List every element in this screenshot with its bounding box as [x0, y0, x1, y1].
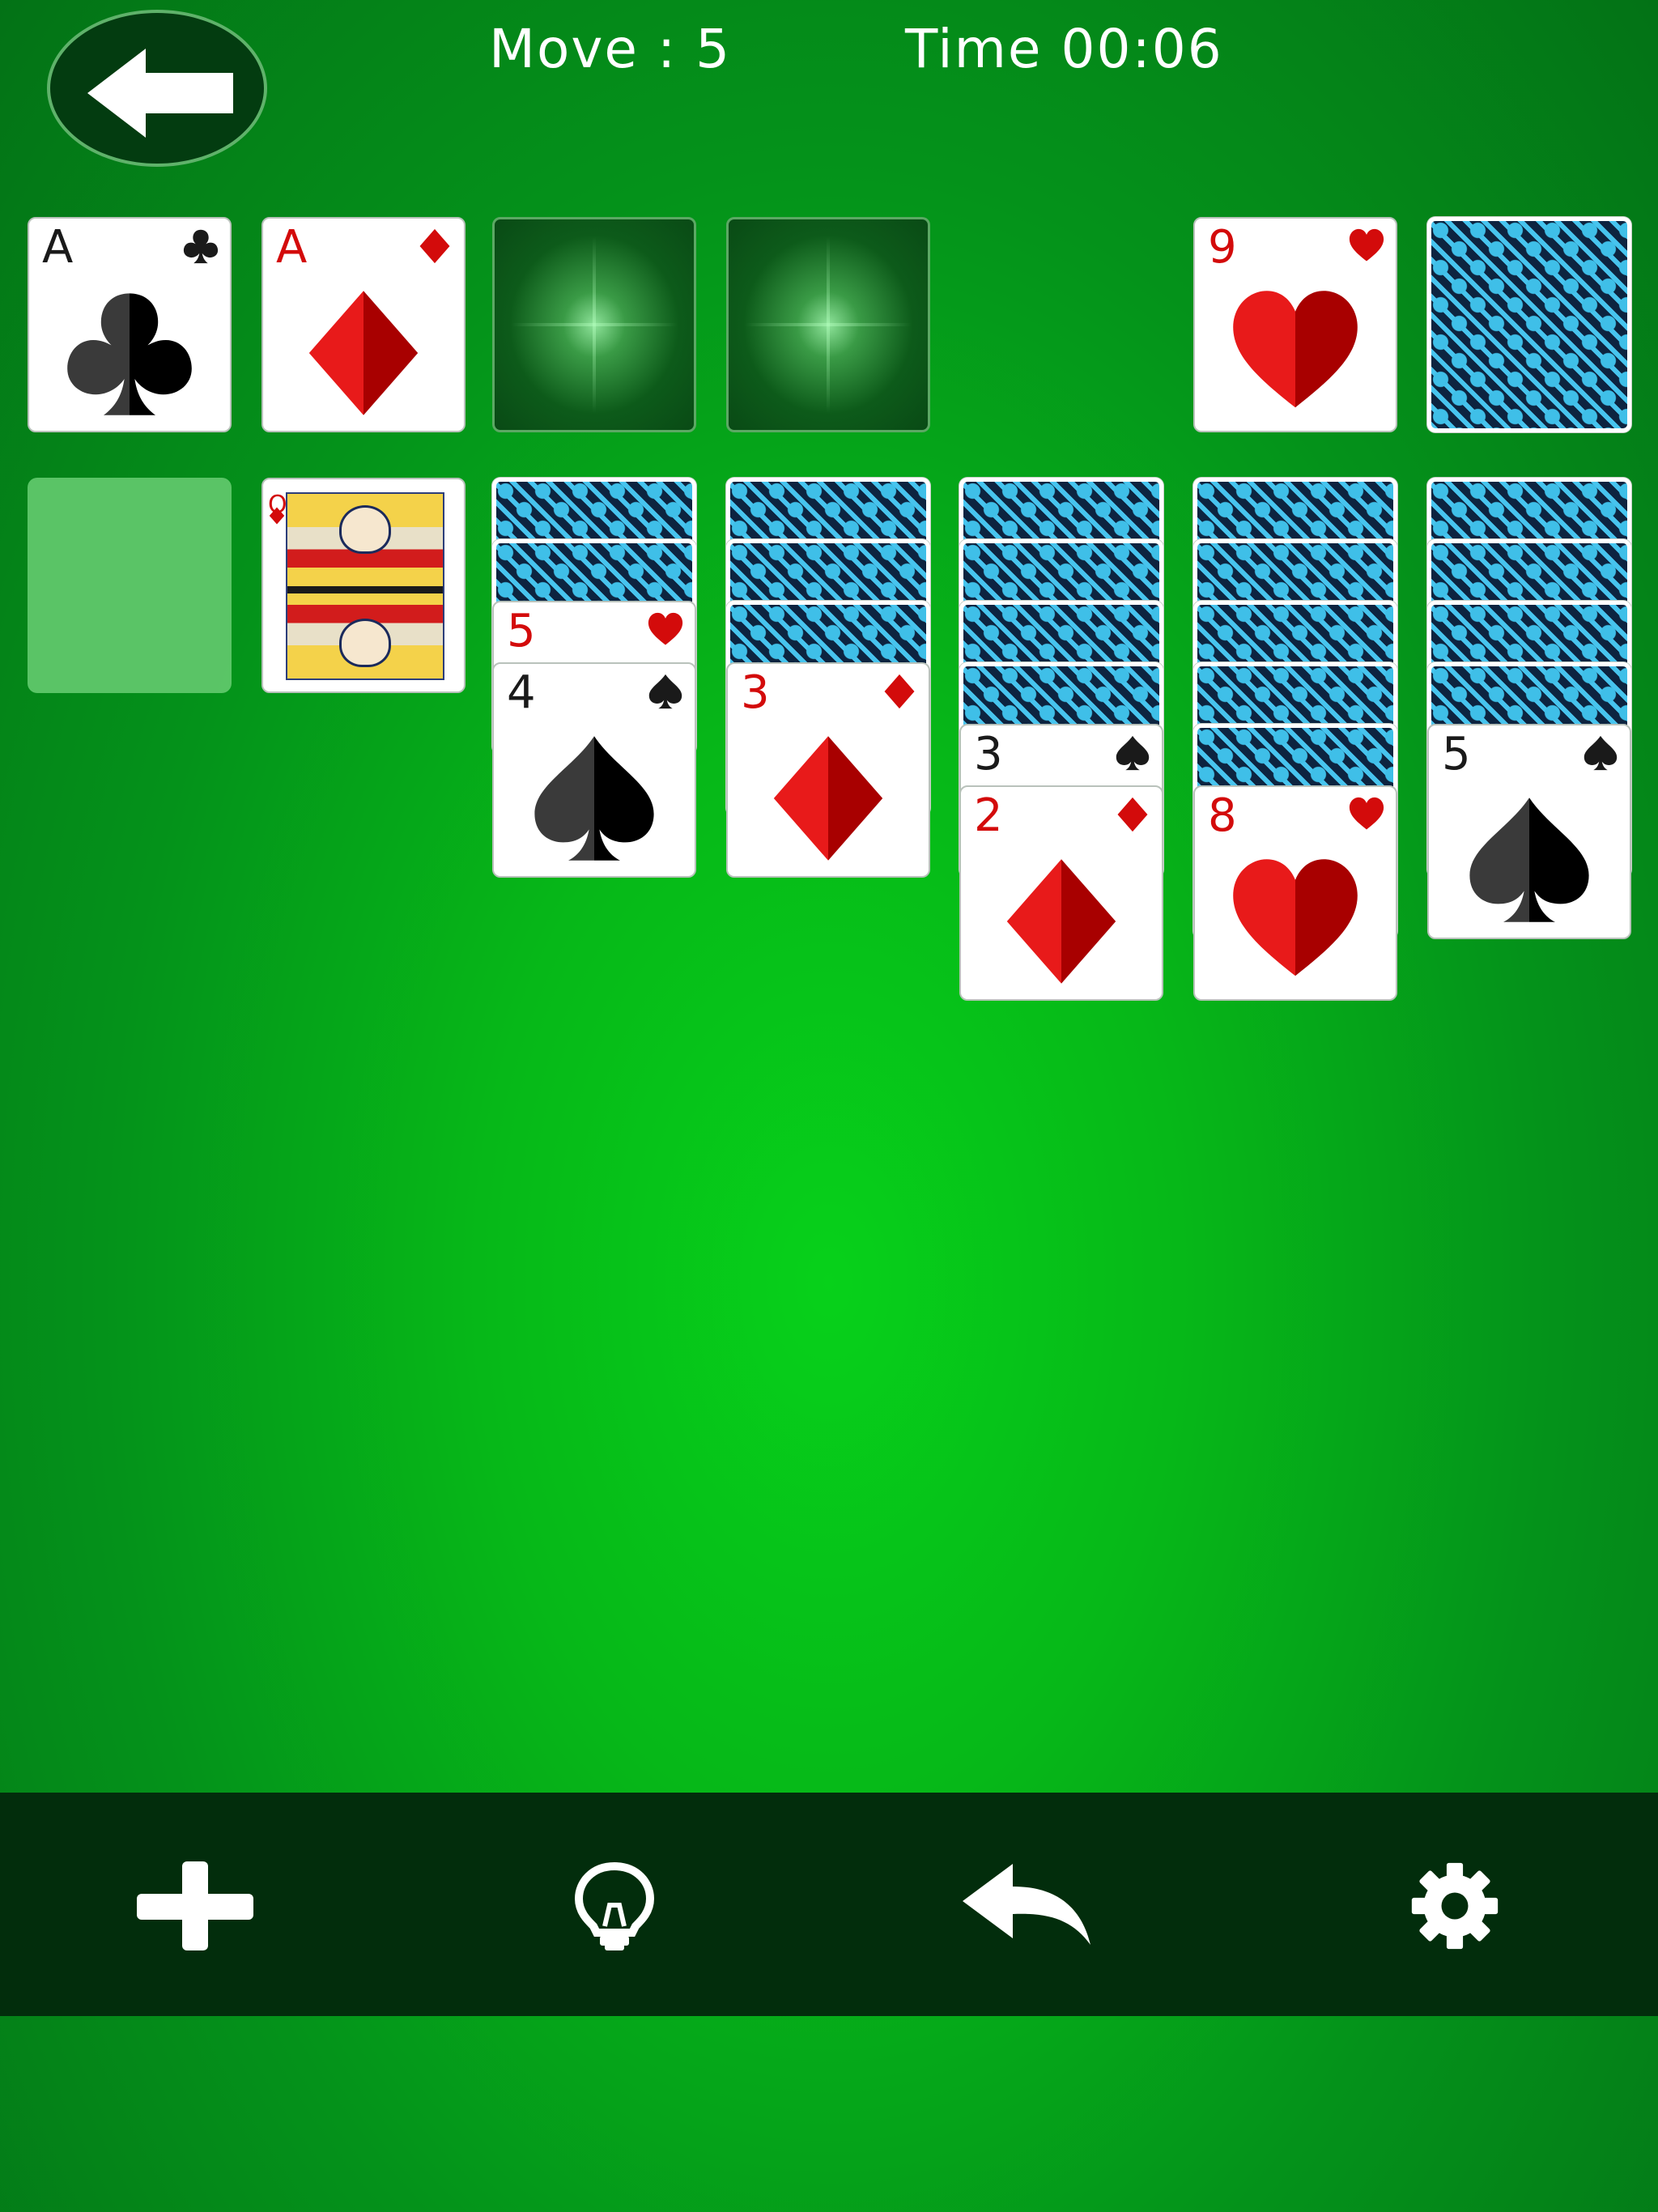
- arrow-left-icon: [87, 49, 233, 138]
- foundation-pile[interactable]: A: [28, 217, 232, 432]
- spade-icon: [1469, 798, 1589, 922]
- undo-arrow-icon: [963, 1864, 1090, 1945]
- diamond-icon: [269, 507, 285, 525]
- spade-icon: [1116, 735, 1150, 771]
- move-counter: Move : 5: [489, 18, 732, 80]
- card-rank: A: [42, 221, 74, 274]
- heart-icon: [1349, 797, 1384, 830]
- diamond-icon: [1006, 859, 1116, 984]
- queen-portrait: [286, 492, 444, 680]
- heart-icon: [648, 612, 683, 645]
- playing-card[interactable]: 8: [1193, 785, 1397, 1001]
- card-rank: 5: [507, 605, 536, 657]
- gear-icon: [1411, 1862, 1499, 1950]
- foundation-pile[interactable]: A: [261, 217, 466, 432]
- timer: Time 00:06: [905, 18, 1223, 80]
- spade-icon: [534, 736, 654, 861]
- foundation-slot-empty[interactable]: [492, 217, 696, 432]
- hint-button[interactable]: [546, 1849, 683, 1963]
- lightbulb-icon: [574, 1861, 655, 1950]
- tableau-slot-empty[interactable]: [28, 478, 232, 693]
- diamond-icon: [773, 736, 883, 861]
- back-button[interactable]: [47, 10, 267, 167]
- playing-card[interactable]: 2: [959, 785, 1163, 1001]
- playing-card[interactable]: 5: [1427, 724, 1631, 939]
- card-rank: 4: [507, 666, 536, 719]
- playing-card[interactable]: Q: [261, 478, 466, 693]
- club-icon: [183, 229, 219, 264]
- plus-icon: [137, 1861, 253, 1950]
- card-rank: 5: [1442, 728, 1471, 781]
- club-icon: [67, 293, 192, 415]
- card-rank: A: [276, 221, 308, 274]
- spade-icon: [648, 674, 682, 709]
- stock-pile[interactable]: [1427, 217, 1631, 432]
- card-rank: 8: [1208, 789, 1237, 842]
- card-rank: 3: [974, 728, 1003, 781]
- heart-icon: [1233, 291, 1358, 408]
- diamond-icon: [1117, 797, 1148, 832]
- card-rank: 3: [741, 666, 770, 719]
- playing-card[interactable]: 4: [492, 662, 696, 878]
- diamond-icon: [308, 291, 419, 415]
- settings-button[interactable]: [1386, 1849, 1524, 1963]
- diamond-icon: [419, 228, 450, 264]
- playing-card[interactable]: 3: [726, 662, 930, 878]
- undo-button[interactable]: [959, 1849, 1096, 1963]
- heart-icon: [1349, 228, 1384, 262]
- waste-pile[interactable]: 9: [1193, 217, 1397, 432]
- diamond-icon: [884, 674, 915, 709]
- card-rank: 2: [974, 789, 1003, 842]
- spade-icon: [1584, 735, 1618, 771]
- bottom-toolbar: [0, 1793, 1658, 2016]
- new-game-button[interactable]: [126, 1849, 264, 1963]
- card-rank: 9: [1208, 221, 1237, 274]
- foundation-slot-empty[interactable]: [726, 217, 930, 432]
- heart-icon: [1233, 859, 1358, 976]
